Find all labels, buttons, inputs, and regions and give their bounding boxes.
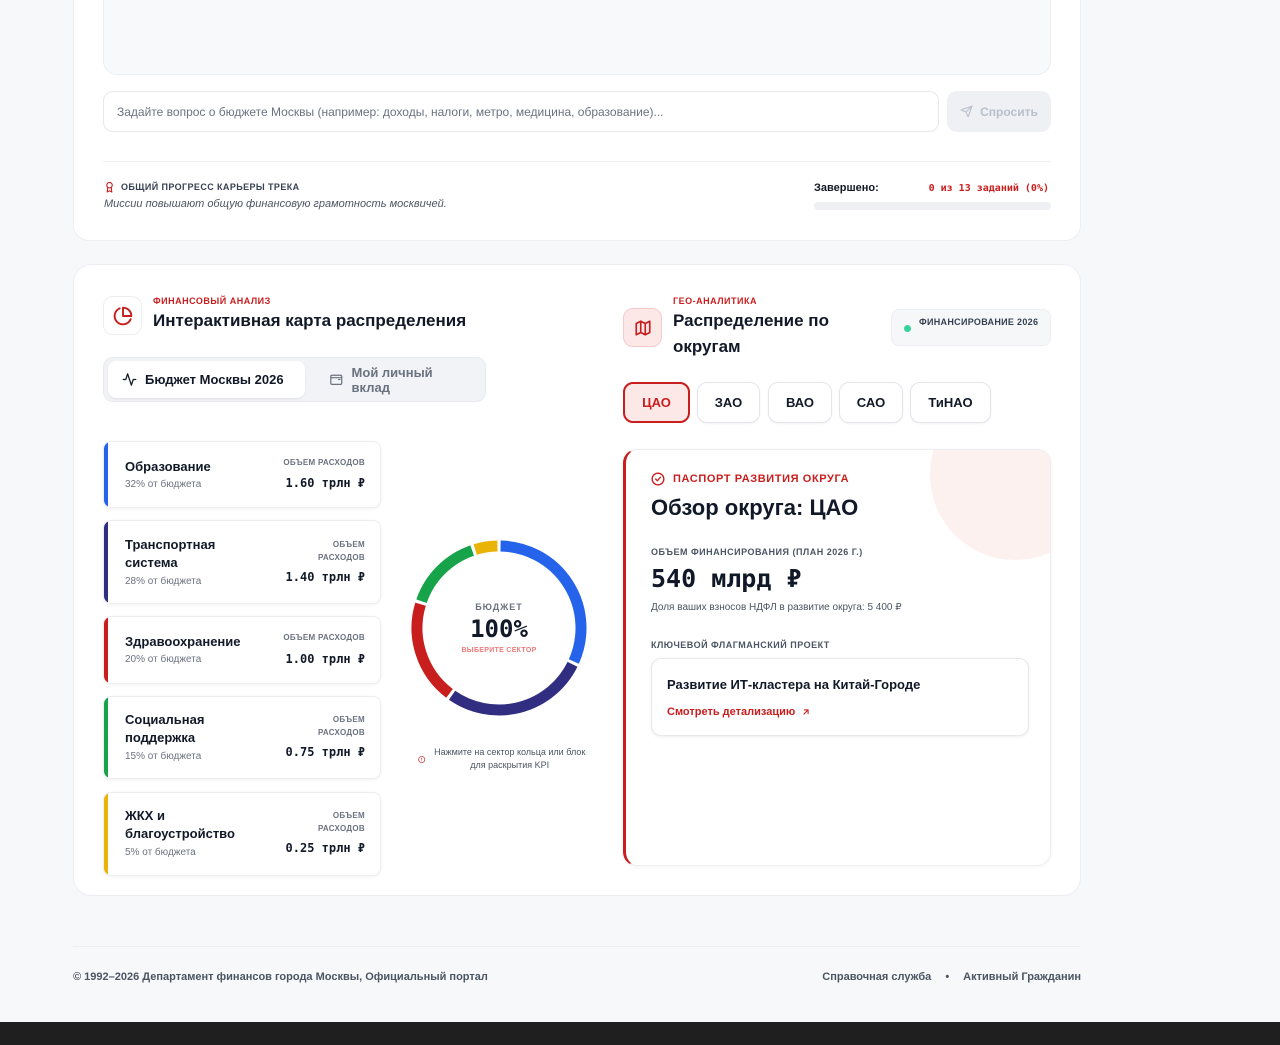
sector-value: 0.75 трлн ₽ (285, 745, 365, 759)
assistant-card: Спросить ОБЩИЙ ПРОГРЕСС КАРЬЕРЫ ТРЕКА Ми… (73, 0, 1081, 241)
footer-separator: • (945, 971, 950, 983)
sector-name: Образование (125, 459, 211, 474)
sector-share: 15% от бюджета (125, 751, 202, 762)
sector-color-bar (104, 617, 108, 683)
passport-kicker: ПАСПОРТ РАЗВИТИЯ ОКРУГА (651, 472, 849, 486)
sector-share: 32% от бюджета (125, 479, 202, 490)
footer-link-active-citizen[interactable]: Активный Гражданин (963, 971, 1081, 983)
tab-moscow-budget[interactable]: Бюджет Москвы 2026 (108, 361, 305, 398)
tax-share-text: Доля ваших взносов НДФЛ в развитие округ… (651, 602, 902, 613)
sector-value-label: ОБЪЕМ РАСХОДОВ (317, 715, 365, 737)
donut-center: БЮДЖЕТ 100% ВЫБЕРИТЕ СЕКТОР (408, 537, 590, 719)
info-icon (418, 755, 426, 763)
arrow-up-right-icon (803, 709, 809, 715)
finance-icon-box (103, 296, 142, 335)
footer-copyright: © 1992–2026 Департамент финансов города … (73, 971, 488, 983)
donut-hint: ВЫБЕРИТЕ СЕКТОР (461, 647, 537, 654)
sector-value-label: ОБЪЕМ РАСХОДОВ (317, 540, 365, 562)
check-circle-icon (651, 472, 665, 486)
wallet-icon (330, 374, 343, 385)
chat-history[interactable] (103, 0, 1051, 75)
geo-title: Распределение по округам (673, 311, 829, 356)
district-button-cao[interactable]: ЦАО (623, 382, 690, 423)
sector-value: 1.60 трлн ₽ (285, 476, 365, 490)
passport-title: Обзор округа: ЦАО (651, 495, 859, 520)
sector-card-transport[interactable]: Транспортная система 28% от бюджета ОБЪЕ… (103, 520, 381, 604)
analytics-card: ФИНАНСОВЫЙ АНАЛИЗ Интерактивная карта ра… (73, 264, 1081, 896)
district-button-vao[interactable]: ВАО (768, 382, 832, 423)
sector-card-education[interactable]: Образование 32% от бюджета ОБЪЕМ РАСХОДО… (103, 441, 381, 508)
sector-value-label: ОБЪЕМ РАСХОДОВ (283, 458, 365, 467)
project-label: КЛЮЧЕВОЙ ФЛАГМАНСКИЙ ПРОЕКТ (651, 640, 830, 650)
tab-personal-contribution[interactable]: Мой личный вклад (315, 361, 485, 398)
progress-subtitle: Миссии повышают общую финансовую грамотн… (104, 198, 447, 210)
footer-links: Справочная служба • Активный Гражданин (822, 971, 1081, 983)
sector-card-healthcare[interactable]: Здравоохранение 20% от бюджета ОБЪЕМ РАС… (103, 616, 381, 684)
decorative-circle (930, 450, 1050, 560)
footer-link-help[interactable]: Справочная служба (822, 971, 931, 983)
pie-chart-icon (113, 306, 132, 325)
activity-icon (122, 373, 137, 386)
donut-total: 100% (470, 615, 528, 643)
sector-color-bar (104, 521, 108, 603)
project-name: Развитие ИТ-кластера на Китай-Городе (667, 677, 921, 692)
project-details-link[interactable]: Смотреть детализацию (667, 706, 811, 718)
sector-value: 1.40 трлн ₽ (285, 570, 365, 584)
sector-value-label: ОБЪЕМ РАСХОДОВ (317, 811, 365, 833)
geo-icon-box (623, 308, 662, 347)
finance-title: Интерактивная карта распределения (153, 311, 467, 330)
completed-value: 0 из 13 заданий (0%) (928, 183, 1049, 194)
sector-card-social[interactable]: Социальная поддержка 15% от бюджета ОБЪЕ… (103, 696, 381, 779)
sector-value: 1.00 трлн ₽ (285, 652, 365, 666)
sector-card-housing[interactable]: ЖКХ и благоустройство 5% от бюджета ОБЪЕ… (103, 792, 381, 876)
sector-name: Социальная поддержка (125, 712, 205, 745)
divider (103, 161, 1051, 162)
finance-kicker: ФИНАНСОВЫЙ АНАЛИЗ (153, 296, 271, 306)
ask-button-label: Спросить (980, 104, 1038, 119)
ask-button[interactable]: Спросить (947, 91, 1051, 132)
bottom-bar (0, 1022, 1280, 1045)
geo-kicker: ГЕО-АНАЛИТИКА (673, 296, 757, 306)
funding-amount: 540 млрд ₽ (651, 564, 802, 593)
send-icon (960, 105, 973, 118)
sector-color-bar (104, 697, 108, 778)
sector-value-label: ОБЪЕМ РАСХОДОВ (283, 633, 365, 642)
status-dot (904, 325, 911, 332)
footer-divider (73, 946, 1081, 947)
sector-color-bar (104, 793, 108, 875)
funding-badge: ФИНАНСИРОВАНИЕ 2026 (891, 309, 1051, 346)
award-icon (106, 181, 113, 193)
sector-share: 28% от бюджета (125, 576, 202, 587)
donut-label: БЮДЖЕТ (475, 602, 523, 612)
budget-tabs: Бюджет Москвы 2026 Мой личный вклад (103, 357, 486, 402)
district-button-sao[interactable]: САО (839, 382, 903, 423)
district-button-tinao[interactable]: ТиНАО (910, 382, 991, 423)
donut-instruction: Нажмите на сектор кольца или блок для ра… (418, 746, 588, 772)
question-input[interactable] (103, 91, 939, 132)
district-button-zao[interactable]: ЗАО (697, 382, 760, 423)
progress-bar (814, 202, 1051, 210)
progress-title: ОБЩИЙ ПРОГРЕСС КАРЬЕРЫ ТРЕКА (104, 181, 300, 193)
sector-name: Транспортная система (125, 537, 216, 570)
funding-label: ОБЪЕМ ФИНАНСИРОВАНИЯ (ПЛАН 2026 Г.) (651, 547, 863, 557)
district-passport: ПАСПОРТ РАЗВИТИЯ ОКРУГА Обзор округа: ЦА… (623, 449, 1051, 866)
map-icon (634, 319, 651, 336)
sector-name: Здравоохранение (125, 634, 241, 649)
sector-name: ЖКХ и благоустройство (125, 808, 235, 841)
sector-share: 20% от бюджета (125, 654, 202, 665)
sector-value: 0.25 трлн ₽ (285, 841, 365, 855)
completed-label: Завершено: (814, 182, 879, 194)
badge-label: ФИНАНСИРОВАНИЕ 2026 (919, 317, 1039, 327)
flagship-project-card: Развитие ИТ-кластера на Китай-Городе Смо… (651, 658, 1029, 736)
sector-share: 5% от бюджета (125, 847, 196, 858)
sector-color-bar (104, 442, 108, 507)
